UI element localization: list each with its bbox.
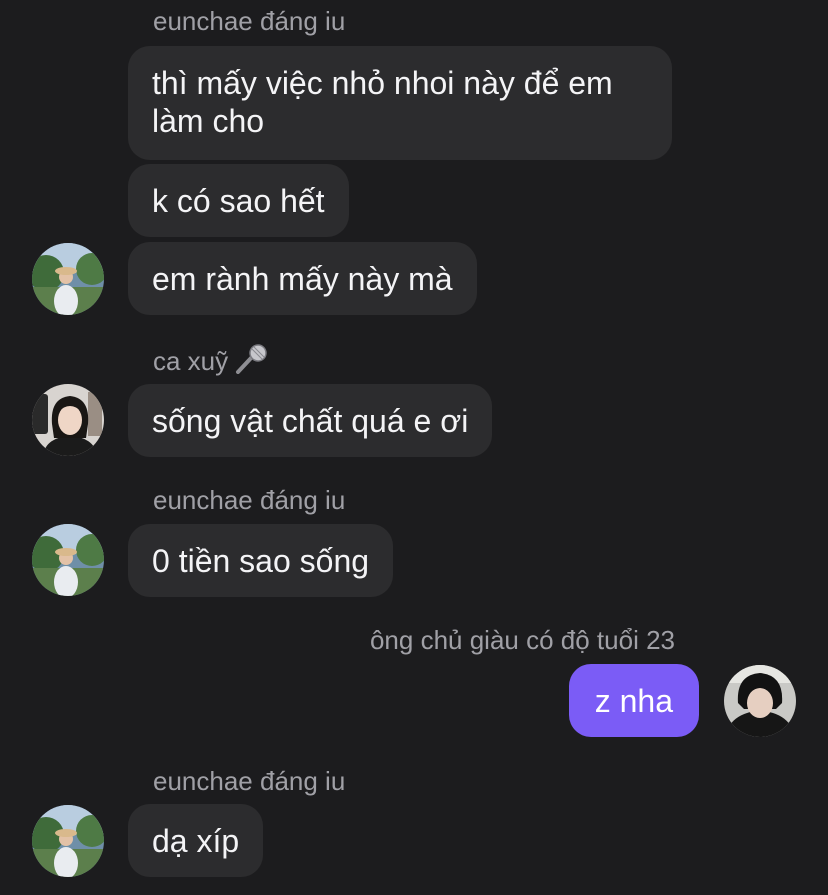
avatar-self-photo [724, 665, 796, 737]
sender-name-eunchae: eunchae đáng iu [153, 485, 346, 515]
sender-name-eunchae: eunchae đáng iu [153, 6, 346, 36]
avatar-ca-xuy-photo [32, 384, 104, 456]
message-bubble-incoming[interactable]: sống vật chất quá e ơi [128, 384, 493, 457]
message-bubble-incoming[interactable]: em rành mấy này mà [128, 242, 477, 315]
avatar-eunchae[interactable] [32, 524, 104, 596]
message-bubble-incoming[interactable]: thì mấy việc nhỏ nhoi này để em làm cho [128, 46, 672, 160]
message-bubble-incoming[interactable]: 0 tiền sao sống [128, 524, 394, 597]
sender-name-ca-xuy: ca xuỹ [153, 344, 268, 381]
avatar-ca-xuy[interactable] [32, 384, 104, 456]
message-bubble-outgoing[interactable]: z nha [568, 664, 699, 737]
sender-name-self: ông chủ giàu có độ tuổi 23 [369, 625, 675, 655]
chat-thread[interactable]: eunchae đáng iu thì mấy việc nhỏ nhoi nà… [0, 0, 828, 895]
avatar-eunchae[interactable] [32, 243, 104, 315]
avatar-eunchae-photo [32, 524, 104, 596]
sender-name-eunchae: eunchae đáng iu [153, 766, 346, 796]
message-bubble-incoming[interactable]: dạ xíp [128, 804, 264, 877]
microphone-icon [234, 344, 268, 381]
avatar-eunchae-photo [32, 805, 104, 877]
avatar-eunchae[interactable] [32, 805, 104, 877]
message-bubble-incoming[interactable]: k có sao hết [128, 164, 349, 237]
sender-name-label: ca xuỹ [153, 346, 229, 376]
avatar-self[interactable] [724, 665, 796, 737]
avatar-eunchae-photo [32, 243, 104, 315]
